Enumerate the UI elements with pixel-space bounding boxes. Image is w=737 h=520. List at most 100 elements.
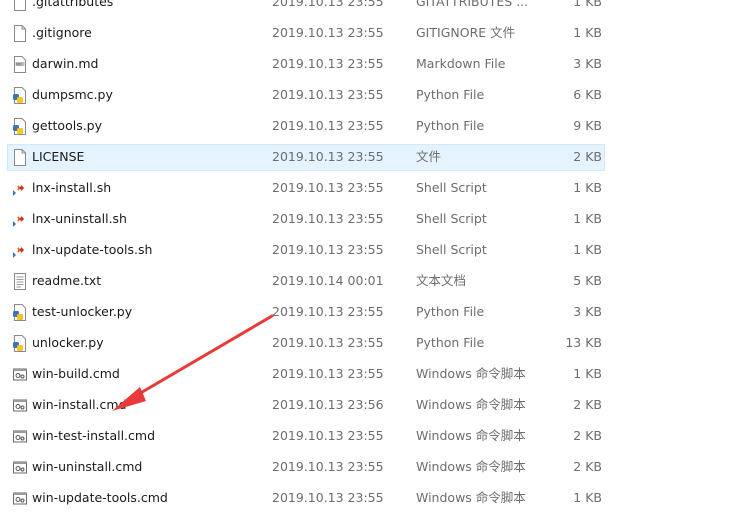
file-row[interactable]: win-update-tools.cmd 2019.10.13 23:55 Wind…: [0, 483, 737, 514]
file-list: .gitattributes 2019.10.13 23:55 GITATTRIBU…: [0, 0, 737, 514]
file-row[interactable]: readme.txt 2019.10.14 00:01 文本文档 5 KB: [0, 266, 737, 297]
file-name[interactable]: win-install.cmd: [32, 396, 127, 414]
file-name[interactable]: win-test-install.cmd: [32, 427, 155, 445]
file-date-modified: 2019.10.13 23:55: [272, 304, 384, 319]
file-row[interactable]: lnx-uninstall.sh 2019.10.13 23:55 Shell Sc…: [0, 204, 737, 235]
file-name[interactable]: test-unlocker.py: [32, 303, 132, 321]
file-date-modified: 2019.10.13 23:55: [272, 366, 384, 381]
file-date-modified: 2019.10.13 23:56: [272, 397, 384, 412]
file-type: Markdown File: [416, 56, 506, 71]
file-row[interactable]: lnx-install.sh 2019.10.13 23:55 Shell Scri…: [0, 173, 737, 204]
file-date-modified: 2019.10.13 23:55: [272, 211, 384, 226]
shell-script-icon: [12, 242, 28, 259]
file-size: 1 KB: [573, 366, 602, 381]
cmd-script-icon: [12, 366, 28, 383]
file-size: 1 KB: [573, 490, 602, 505]
file-row[interactable]: win-install.cmd 2019.10.13 23:56 Windows 命…: [0, 390, 737, 421]
file-type: Shell Script: [416, 211, 487, 226]
file-size: 2 KB: [573, 149, 602, 164]
file-type: Python File: [416, 304, 485, 319]
python-file-icon: [12, 87, 28, 104]
file-date-modified: 2019.10.13 23:55: [272, 242, 384, 257]
python-file-icon: [12, 118, 28, 135]
cmd-script-icon: [12, 428, 28, 445]
file-size: 2 KB: [573, 397, 602, 412]
file-size: 1 KB: [573, 180, 602, 195]
file-date-modified: 2019.10.13 23:55: [272, 459, 384, 474]
svg-text:MD: MD: [16, 62, 22, 66]
file-name[interactable]: readme.txt: [32, 272, 101, 290]
file-date-modified: 2019.10.13 23:55: [272, 428, 384, 443]
file-size: 1 KB: [573, 242, 602, 257]
file-date-modified: 2019.10.13 23:55: [272, 25, 384, 40]
file-size: 1 KB: [573, 211, 602, 226]
shell-script-icon: [12, 211, 28, 228]
markdown-file-icon: MD: [12, 56, 28, 73]
file-type: Windows 命令脚本: [416, 490, 526, 505]
file-row[interactable]: win-uninstall.cmd 2019.10.13 23:55 Windows…: [0, 452, 737, 483]
cmd-script-icon: [12, 459, 28, 476]
text-file-icon: [12, 273, 28, 290]
file-name[interactable]: LICENSE: [32, 148, 84, 166]
file-name[interactable]: dumpsmc.py: [32, 86, 113, 104]
file-name[interactable]: win-build.cmd: [32, 365, 120, 383]
shell-script-icon: [12, 180, 28, 197]
file-name[interactable]: gettools.py: [32, 117, 102, 135]
file-type: Shell Script: [416, 242, 487, 257]
python-file-icon: [12, 304, 28, 321]
file-type: Python File: [416, 335, 485, 350]
file-type: Windows 命令脚本: [416, 428, 526, 443]
file-size: 2 KB: [573, 459, 602, 474]
file-size: 9 KB: [573, 118, 602, 133]
cmd-script-icon: [12, 397, 28, 414]
file-date-modified: 2019.10.13 23:55: [272, 118, 384, 133]
file-size: 1 KB: [573, 25, 602, 40]
file-date-modified: 2019.10.13 23:55: [272, 149, 384, 164]
file-row[interactable]: gettools.py 2019.10.13 23:55 Python File 9 …: [0, 111, 737, 142]
file-size: 3 KB: [573, 304, 602, 319]
file-name[interactable]: .gitattributes: [32, 0, 113, 11]
file-size: 2 KB: [573, 428, 602, 443]
file-size: 6 KB: [573, 87, 602, 102]
file-name[interactable]: lnx-update-tools.sh: [32, 241, 152, 259]
file-name[interactable]: .gitignore: [32, 24, 92, 42]
file-row[interactable]: .gitignore 2019.10.13 23:55 GITIGNORE 文件 1 …: [0, 18, 737, 49]
file-row[interactable]: .gitattributes 2019.10.13 23:55 GITATTRIBU…: [0, 0, 737, 18]
file-date-modified: 2019.10.13 23:55: [272, 87, 384, 102]
file-row[interactable]: MD darwin.md 2019.10.13 23:55 Markdown File…: [0, 49, 737, 80]
file-type: GITATTRIBUTES ...: [416, 0, 529, 9]
file-type: GITIGNORE 文件: [416, 25, 516, 40]
file-row[interactable]: unlocker.py 2019.10.13 23:55 Python File 13…: [0, 328, 737, 359]
file-type: Windows 命令脚本: [416, 366, 526, 381]
file-name[interactable]: lnx-uninstall.sh: [32, 210, 127, 228]
file-size: 1 KB: [573, 0, 602, 9]
file-name[interactable]: unlocker.py: [32, 334, 104, 352]
file-date-modified: 2019.10.13 23:55: [272, 490, 384, 505]
file-size: 5 KB: [573, 273, 602, 288]
file-name[interactable]: darwin.md: [32, 55, 98, 73]
file-name[interactable]: win-update-tools.cmd: [32, 489, 168, 507]
file-type: 文本文档: [416, 273, 467, 288]
file-type: Shell Script: [416, 180, 487, 195]
file-row[interactable]: dumpsmc.py 2019.10.13 23:55 Python File 6 K…: [0, 80, 737, 111]
file-row[interactable]: win-build.cmd 2019.10.13 23:55 Windows 命令脚…: [0, 359, 737, 390]
file-name[interactable]: win-uninstall.cmd: [32, 458, 142, 476]
file-row[interactable]: test-unlocker.py 2019.10.13 23:55 Python F…: [0, 297, 737, 328]
file-type: Windows 命令脚本: [416, 397, 526, 412]
file-row[interactable]: win-test-install.cmd 2019.10.13 23:55 Wind…: [0, 421, 737, 452]
file-type: Python File: [416, 118, 485, 133]
file-row[interactable]: LICENSE 2019.10.13 23:55 文件 2 KB: [0, 142, 737, 173]
file-row[interactable]: lnx-update-tools.sh 2019.10.13 23:55 Shell…: [0, 235, 737, 266]
cmd-script-icon: [12, 490, 28, 507]
file-date-modified: 2019.10.13 23:55: [272, 56, 384, 71]
blank-file-icon: [12, 0, 28, 11]
file-date-modified: 2019.10.13 23:55: [272, 180, 384, 195]
file-size: 13 KB: [565, 335, 602, 350]
file-type: 文件: [416, 149, 442, 164]
file-type: Python File: [416, 87, 485, 102]
blank-file-icon: [12, 149, 28, 166]
blank-file-icon: [12, 25, 28, 42]
file-name[interactable]: lnx-install.sh: [32, 179, 111, 197]
file-date-modified: 2019.10.13 23:55: [272, 335, 384, 350]
file-date-modified: 2019.10.13 23:55: [272, 0, 384, 9]
